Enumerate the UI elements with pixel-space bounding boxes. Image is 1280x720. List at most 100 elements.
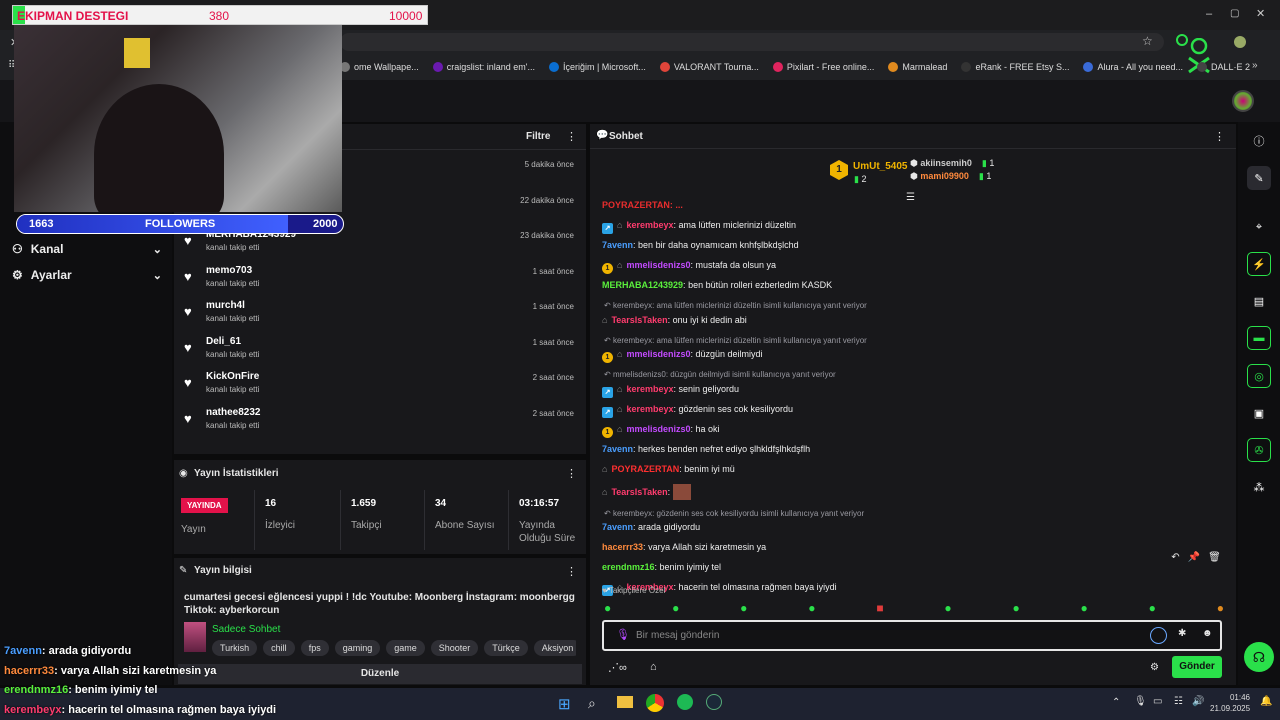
chat-message[interactable]: 1 ⌂ mmelisdenizs0: ha oki <box>602 424 720 438</box>
capture-icon[interactable]: ⌖ <box>1247 215 1271 239</box>
chat-message[interactable]: hacerrr33: varya Allah sizi karetmesin y… <box>602 542 766 552</box>
emote-icon[interactable]: ● <box>1012 601 1019 615</box>
filter-button[interactable]: Filtre <box>526 131 550 142</box>
reply-icon[interactable]: ↶ <box>1171 552 1179 570</box>
chat-username[interactable]: erendnmz16 <box>602 562 655 572</box>
emote-icon[interactable]: ■ <box>876 601 883 615</box>
bookmark-item[interactable]: Marmalead <box>888 62 947 72</box>
category-link[interactable]: Sadece Sohbet <box>212 624 280 635</box>
commands-icon[interactable]: ⋰∞ <box>608 661 627 674</box>
emote-icon[interactable]: ● <box>808 601 815 615</box>
leaderboard-top-user[interactable]: UmUt_5405 <box>853 161 907 172</box>
clock-time[interactable]: 01:46 <box>1214 693 1250 702</box>
chat-message[interactable]: 7avenn: ben bir daha oynamıcam knhfşlbkd… <box>602 240 799 250</box>
more-options-icon[interactable]: ⋮ <box>566 467 577 480</box>
bookmark-item[interactable]: Pixilart - Free online... <box>772 62 874 72</box>
chat-username[interactable]: 7avenn <box>602 240 633 250</box>
leaderboard-user[interactable]: ⬢ mami09900 ▮ 1 <box>910 171 991 182</box>
chat-username[interactable]: kerembeyx <box>626 384 673 394</box>
apps-dots-icon[interactable]: ⁂ <box>1247 475 1271 499</box>
minimize-icon[interactable]: – <box>1206 8 1212 20</box>
profile-icon[interactable] <box>1234 36 1246 48</box>
activity-user[interactable]: nathee8232 <box>206 407 260 418</box>
more-bookmarks-icon[interactable]: » <box>1252 60 1258 71</box>
mic-icon[interactable]: 🎙 <box>616 628 630 641</box>
bookmark-item[interactable]: ome Wallpape... <box>340 62 419 72</box>
chat-message[interactable]: MERHABA1243929: ben bütün rolleri ezberl… <box>602 280 832 290</box>
chrome-icon[interactable] <box>646 694 664 712</box>
chat-message[interactable]: 1 ⌂ mmelisdenizs0: mustafa da olsun ya <box>602 260 776 274</box>
clock-date[interactable]: 21.09.2025 <box>1210 704 1250 713</box>
sidebar-item-channel[interactable]: ⚇ Kanal ⌄ <box>12 242 162 256</box>
chat-username[interactable]: mmelisdenizs0 <box>626 349 690 359</box>
tag-chip[interactable]: chill <box>263 640 295 656</box>
chat-message[interactable]: 7avenn: herkes benden nefret ediyo şlhkl… <box>602 444 810 454</box>
network-icon[interactable]: ☷ <box>1174 696 1183 707</box>
star-icon[interactable]: ☆ <box>1142 34 1153 48</box>
chat-message[interactable]: ⌂ TearsIsTaken: <box>602 483 691 500</box>
tag-chip[interactable]: Turkish <box>212 640 258 656</box>
chat-username[interactable]: TearsIsTaken <box>611 487 667 497</box>
chat-username[interactable]: 7avenn <box>602 522 633 532</box>
more-options-icon[interactable]: ⋮ <box>1214 130 1225 143</box>
chat-message[interactable]: ↗ ⌂ kerembeyx: senin geliyordu <box>602 384 739 398</box>
file-explorer-icon[interactable] <box>617 696 633 708</box>
more-options-icon[interactable]: ⋮ <box>566 130 577 143</box>
close-icon[interactable]: ✕ <box>1256 7 1265 20</box>
pencil-icon[interactable]: ✎ <box>1247 166 1271 190</box>
chat-message[interactable]: 7avenn: arada gidiyordu <box>602 522 700 532</box>
chat-settings-icon[interactable]: ⚙ <box>1150 662 1159 673</box>
emote-icon[interactable]: ● <box>1149 601 1156 615</box>
emote-icon[interactable]: ● <box>944 601 951 615</box>
document-icon[interactable]: ▤ <box>1247 289 1271 313</box>
emote-icon[interactable]: ● <box>1217 601 1224 615</box>
bookmark-item[interactable]: VALORANT Tourna... <box>659 62 759 72</box>
chat-username[interactable]: mmelisdenizs0 <box>626 260 690 270</box>
tag-chip[interactable]: Türkçe <box>484 640 528 656</box>
steam-icon[interactable] <box>706 694 722 710</box>
tag-chip[interactable]: fps <box>300 640 329 656</box>
tag-chip[interactable]: Shooter <box>430 640 479 656</box>
more-options-icon[interactable]: ⋮ <box>566 565 577 578</box>
chat-username[interactable]: kerembeyx <box>626 404 673 414</box>
emote-icon[interactable]: ● <box>672 601 679 615</box>
emote-icon[interactable]: ● <box>740 601 747 615</box>
battery-icon[interactable]: ▭ <box>1153 696 1162 707</box>
chat-username[interactable]: TearsIsTaken <box>611 315 667 325</box>
tag-chip[interactable]: Aksiyon <box>533 640 576 656</box>
broadcast-icon[interactable]: ◎ <box>1247 364 1271 388</box>
chat-username[interactable]: kerembeyx <box>626 220 673 230</box>
chat-username[interactable]: MERHABA1243929 <box>602 280 683 290</box>
activity-user[interactable]: murch4l <box>206 300 245 311</box>
chat-message[interactable]: ⌂ POYRAZERTAN: benim iyi mü <box>602 464 735 474</box>
pin-icon[interactable]: 📌 <box>1188 552 1200 570</box>
mic-tray-icon[interactable]: 🎙 <box>1134 696 1147 707</box>
bookmark-item[interactable]: eRank - FREE Etsy S... <box>961 62 1069 72</box>
store-icon[interactable]: ⌂ <box>650 661 657 673</box>
bookmark-item[interactable]: DALL·E 2 <box>1197 62 1250 72</box>
chat-message[interactable]: ↗ ⌂ kerembeyx: gözdenin ses cok kesiliyord… <box>602 404 793 418</box>
edit-button[interactable]: Düzenle <box>178 664 582 684</box>
chat-input[interactable]: 🎙 Bir mesaj gönderin ✱ ☻ <box>602 620 1222 651</box>
chat-message[interactable]: ⌂ TearsIsTaken: onu iyi ki dedin abi <box>602 315 747 325</box>
emoji-icon[interactable]: ☻ <box>1202 628 1213 639</box>
activity-user[interactable]: memo703 <box>206 265 252 276</box>
tray-chevron-icon[interactable]: ⌃ <box>1112 697 1120 708</box>
bookmark-item[interactable]: İçeriğim | Microsoft... <box>548 62 646 72</box>
chat-username[interactable]: POYRAZERTAN <box>611 464 679 474</box>
activity-user[interactable]: Deli_61 <box>206 336 241 347</box>
send-button[interactable]: Gönder <box>1172 656 1222 678</box>
bookmark-item[interactable]: craigslist: inland em'... <box>432 62 535 72</box>
avatar[interactable] <box>1232 90 1254 112</box>
translate-icon[interactable]: ✱ <box>1178 628 1186 639</box>
leaderboard-user[interactable]: ⬢ akiinsemih0 ▮ 1 <box>910 158 994 169</box>
spotify-icon[interactable] <box>677 694 693 710</box>
info-icon[interactable]: ⓘ <box>1247 129 1271 153</box>
printer-icon[interactable]: ▣ <box>1247 401 1271 425</box>
bookmark-item[interactable]: Alura - All you need... <box>1083 62 1183 72</box>
wrench-icon[interactable]: ✇ <box>1247 438 1271 462</box>
chat-username[interactable]: 7avenn <box>602 444 633 454</box>
emote-icon[interactable]: ● <box>1081 601 1088 615</box>
chat-message[interactable]: 1 ⌂ mmelisdenizs0: düzgün deilmiydi <box>602 349 763 363</box>
delete-icon[interactable]: 🗑 <box>1208 552 1221 570</box>
